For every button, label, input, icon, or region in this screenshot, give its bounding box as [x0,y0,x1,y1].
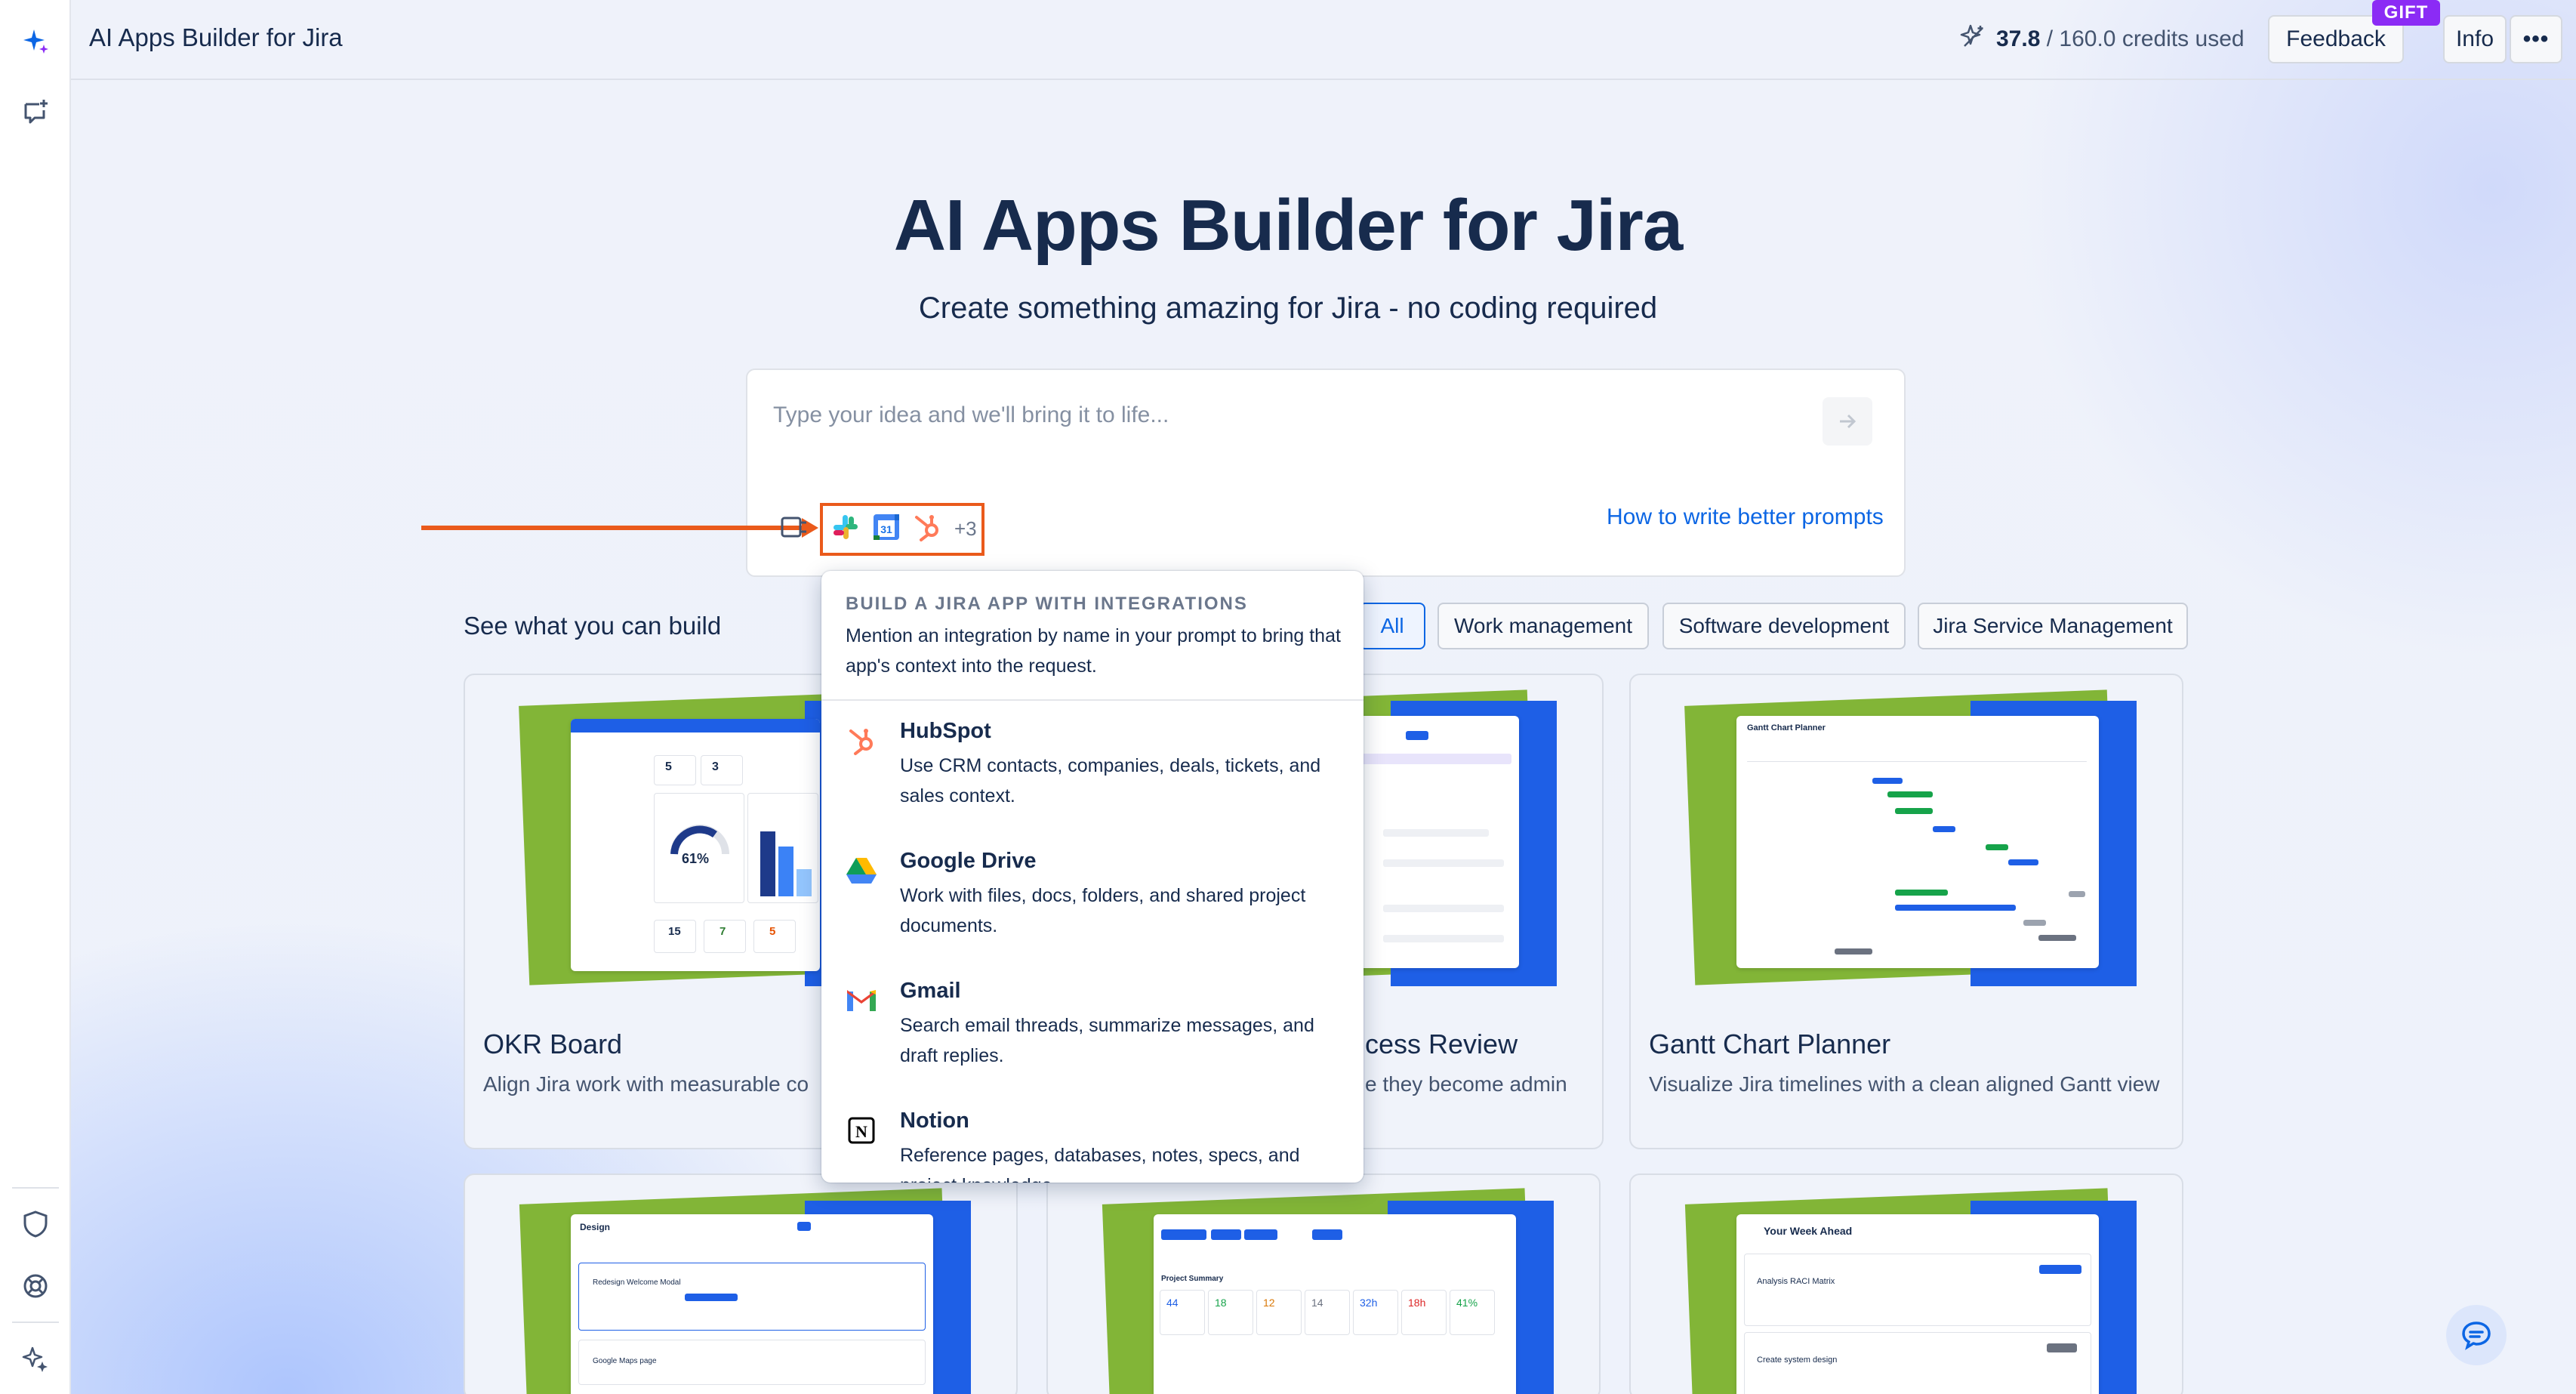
integration-name: Notion [900,1109,969,1133]
template-card-your-week-ahead[interactable]: Your Week Ahead Analysis RACI Matrix Cre… [1629,1173,2183,1394]
google-calendar-icon[interactable]: 31 [871,512,901,546]
integration-description: Work with files, docs, folders, and shar… [900,885,1306,936]
card-description: Visualize Jira timelines with a clean al… [1649,1072,2160,1096]
credits-sparkle-icon [1960,23,1986,55]
svg-text:31: 31 [880,523,892,535]
more-options-button[interactable]: ••• [2510,15,2562,63]
integration-description: Reference pages, databases, notes, specs… [900,1145,1300,1183]
chat-support-button[interactable] [2446,1305,2507,1365]
credits-total-text: / 160.0 credits used [2046,26,2245,51]
template-card-gantt-chart-planner[interactable]: Gantt Chart Planner Gantt Chart Planner … [1629,674,2183,1149]
week-ahead-preview-image: Your Week Ahead Analysis RACI Matrix Cre… [1736,1214,2099,1394]
filter-work-management[interactable]: Work management [1437,603,1649,649]
credits-usage: 37.8 / 160.0 credits used [1960,23,2245,55]
integration-name: Google Drive [900,849,1037,873]
template-card-design[interactable]: Design Redesign Welcome Modal Google Map… [464,1173,1018,1394]
project-summary-preview-image: Project Summary 44 18 12 14 32h 18h 41% [1154,1214,1516,1394]
hero-subtitle: Create something amazing for Jira - no c… [918,291,1658,325]
filter-jira-service-management[interactable]: Jira Service Management [1918,603,2188,649]
template-card-project-summary[interactable]: Project Summary 44 18 12 14 32h 18h 41% [1046,1173,1601,1394]
gift-badge: GIFT [2372,0,2440,26]
integration-name: HubSpot [900,719,991,743]
integration-description: Search email threads, summarize messages… [900,1015,1314,1066]
how-to-write-prompts-link[interactable]: How to write better prompts [1607,504,1884,530]
app-title: AI Apps Builder for Jira [89,23,343,51]
integrations-dropdown: BUILD A JIRA APP WITH INTEGRATIONS Menti… [821,571,1363,1183]
rail-divider [12,1322,59,1323]
filter-software-development[interactable]: Software development [1662,603,1906,649]
gallery-section-title: See what you can build [464,612,722,640]
ai-sparkle-icon[interactable] [18,24,53,59]
more-integrations-count[interactable]: +3 [954,517,977,541]
top-bar: AI Apps Builder for Jira 37.8 / 160.0 cr… [71,0,2576,80]
gantt-preview-image: Gantt Chart Planner [1736,716,2099,968]
dropdown-heading: BUILD A JIRA APP WITH INTEGRATIONS [846,594,1248,614]
integration-item-gmail[interactable]: Gmail Search email threads, summarize me… [821,961,1363,1090]
help-lifebuoy-icon[interactable] [18,1269,53,1303]
integration-item-notion[interactable]: N Notion Reference pages, databases, not… [821,1090,1363,1183]
plug-integration-icon[interactable] [778,513,809,544]
chat-bubble-icon [2462,1322,2491,1350]
shield-icon[interactable] [18,1207,53,1241]
filter-all[interactable]: All [1359,603,1425,649]
google-drive-icon [844,853,879,888]
integration-item-hubspot[interactable]: HubSpot Use CRM contacts, companies, dea… [821,701,1363,831]
integration-name: Gmail [900,979,961,1003]
hero-title: AI Apps Builder for Jira [893,185,1684,266]
gmail-icon [844,983,879,1018]
design-preview-image: Design Redesign Welcome Modal Google Map… [571,1214,933,1394]
integrations-row[interactable]: 31 +3 [830,512,977,546]
svg-text:N: N [855,1122,867,1141]
credits-used-value: 37.8 [1996,26,2041,51]
annotation-arrow-line [421,526,808,530]
notion-icon: N [844,1113,879,1148]
info-button[interactable]: Info [2443,15,2507,63]
card-description: e they become admin [1365,1072,1567,1096]
prompt-input[interactable] [773,393,1785,438]
dropdown-help-text: Mention an integration by name in your p… [846,625,1341,677]
hubspot-icon[interactable] [912,512,942,546]
slack-icon[interactable] [830,512,861,546]
rail-divider [12,1187,59,1189]
card-title: Gantt Chart Planner [1649,1029,1891,1059]
hubspot-icon [844,723,879,758]
send-button[interactable] [1823,397,1872,446]
sparkles-icon[interactable] [18,1341,53,1376]
okr-preview-image: 5 3 61% 15 7 5 [571,719,820,971]
integration-description: Use CRM contacts, companies, deals, tick… [900,755,1321,806]
new-chat-icon[interactable] [18,95,53,130]
arrow-right-icon [1840,414,1857,429]
card-title: OKR Board [483,1029,623,1059]
card-title: cess Review [1365,1029,1518,1059]
integration-item-google-drive[interactable]: Google Drive Work with files, docs, fold… [821,831,1363,961]
